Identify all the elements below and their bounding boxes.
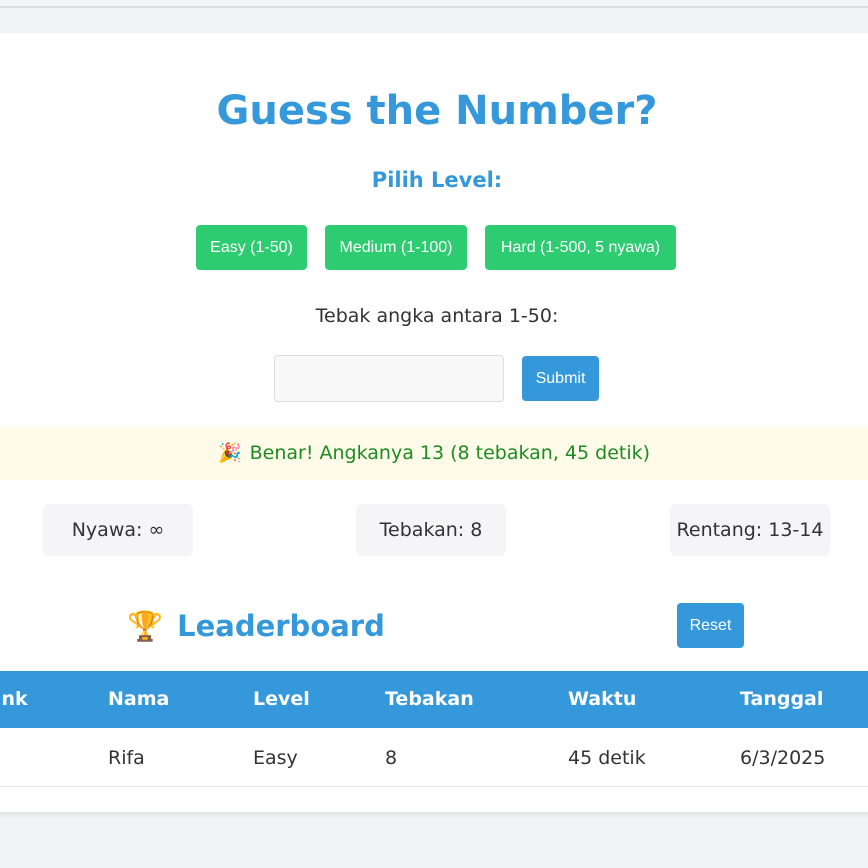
cell-time: 45 detik xyxy=(568,747,646,769)
submit-button[interactable]: Submit xyxy=(522,356,599,401)
level-heading: Pilih Level: xyxy=(371,168,503,192)
leaderboard-heading: 🏆 Leaderboard xyxy=(127,606,385,646)
page-title: Guess the Number? xyxy=(216,88,658,134)
cell-level: Easy xyxy=(253,747,298,769)
result-message: 🎉 Benar! Angkanya 13 (8 tebakan, 45 detik… xyxy=(0,427,868,480)
table-row: 1 Rifa Easy 8 45 detik 6/3/2025 xyxy=(0,728,868,787)
lives-stat: Nyawa: ∞ xyxy=(43,504,193,556)
column-header-guesses: Tebakan xyxy=(385,688,474,710)
table-header: Rank Nama Level Tebakan Waktu Tanggal xyxy=(0,671,868,728)
column-header-rank: Rank xyxy=(0,688,28,710)
range-stat: Rentang: 13-14 xyxy=(670,504,830,556)
leaderboard-table: Rank Nama Level Tebakan Waktu Tanggal 1 … xyxy=(0,671,868,787)
column-header-level: Level xyxy=(253,688,310,710)
level-medium-button[interactable]: Medium (1-100) xyxy=(325,225,467,270)
guesses-stat: Tebakan: 8 xyxy=(356,504,506,556)
browser-divider xyxy=(0,6,868,8)
cell-guesses: 8 xyxy=(385,747,398,769)
result-message-text: Benar! Angkanya 13 (8 tebakan, 45 detik) xyxy=(249,442,651,464)
level-easy-button[interactable]: Easy (1-50) xyxy=(196,225,307,270)
column-header-date: Tanggal xyxy=(740,688,824,710)
trophy-icon: 🏆 xyxy=(127,609,164,643)
guess-prompt: Tebak angka antara 1-50: xyxy=(315,305,559,327)
guess-input[interactable] xyxy=(274,355,504,402)
cell-name: Rifa xyxy=(108,747,145,769)
reset-button[interactable]: Reset xyxy=(677,603,744,648)
cell-date: 6/3/2025 xyxy=(740,747,826,769)
party-popper-icon: 🎉 xyxy=(217,442,242,464)
column-header-time: Waktu xyxy=(568,688,637,710)
level-hard-button[interactable]: Hard (1-500, 5 nyawa) xyxy=(485,225,676,270)
leaderboard-title: Leaderboard xyxy=(177,609,385,643)
column-header-name: Nama xyxy=(108,688,170,710)
